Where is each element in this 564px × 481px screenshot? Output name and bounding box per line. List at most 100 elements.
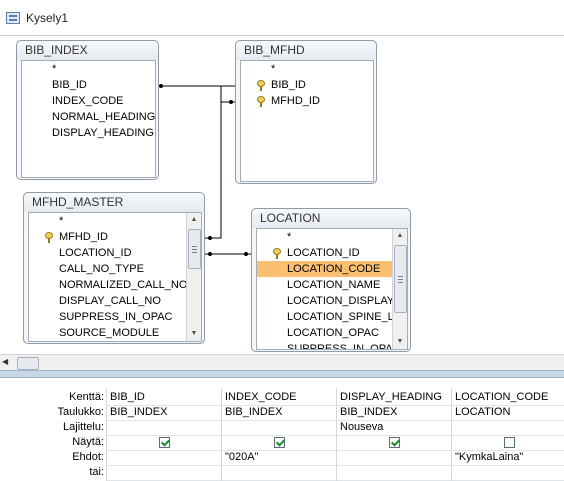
- grid-cell-or[interactable]: [340, 465, 448, 480]
- grid-row-label: Ehdot:: [72, 451, 104, 463]
- grid-cell-table[interactable]: LOCATION: [455, 405, 563, 420]
- grid-cell-or[interactable]: [455, 465, 563, 480]
- grid-column-line: [106, 388, 107, 481]
- window-title: Kysely1: [26, 11, 69, 25]
- grid-cell-criteria[interactable]: [110, 450, 218, 465]
- grid-row-label: Taulukko:: [57, 406, 104, 418]
- table-field-row[interactable]: LOCATION_DISPLAY_N: [257, 293, 407, 309]
- grid-cell-sort[interactable]: [455, 420, 563, 435]
- table-title[interactable]: LOCATION: [252, 209, 410, 228]
- table-field-row[interactable]: CALL_NO_TYPE: [29, 261, 201, 277]
- query-design-canvas[interactable]: BIB_INDEX * BIB_ID INDEX_CODE NORMAL_HEADIN…: [0, 36, 564, 354]
- field-name: *: [287, 231, 292, 243]
- grid-cell-sort[interactable]: [110, 420, 218, 435]
- grid-column-line: [221, 388, 222, 481]
- field-list-scrollbar[interactable]: ▲ ▼: [392, 229, 407, 349]
- primary-key-icon: [45, 232, 53, 243]
- show-checkbox[interactable]: [504, 437, 515, 448]
- canvas-horizontal-scrollbar[interactable]: ◀: [0, 354, 564, 371]
- primary-key-icon: [257, 96, 265, 107]
- field-list-scrollbar[interactable]: ▲ ▼: [186, 213, 201, 341]
- field-name: SOURCE_MODULE: [59, 327, 160, 339]
- table-field-row[interactable]: INDEX_CODE: [22, 93, 155, 109]
- table-location[interactable]: LOCATION * LOCATION_ID LOCATION_CODE LOCATI…: [251, 208, 411, 352]
- field-name: BIB_ID: [271, 79, 306, 91]
- field-name: DISPLAY_CALL_NO: [59, 295, 161, 307]
- grid-row-label: tai:: [89, 466, 104, 478]
- table-field-row[interactable]: *: [22, 61, 155, 77]
- grid-cell-field[interactable]: BIB_ID: [110, 390, 218, 405]
- field-list: * LOCATION_ID LOCATION_CODE LOCATION_NAME LO…: [256, 228, 408, 350]
- table-field-row[interactable]: LOCATION_NAME: [257, 277, 407, 293]
- table-field-row[interactable]: *: [257, 229, 407, 245]
- primary-key-icon: [273, 248, 281, 259]
- scroll-left-arrow[interactable]: ◀: [2, 357, 8, 366]
- grid-cell-field[interactable]: DISPLAY_HEADING: [340, 390, 448, 405]
- table-field-row[interactable]: LOCATION_OPAC: [257, 325, 407, 341]
- scroll-up-arrow[interactable]: ▲: [187, 213, 201, 227]
- grid-cell-or[interactable]: [225, 465, 333, 480]
- scroll-thumb[interactable]: [394, 245, 407, 313]
- grid-cell-criteria[interactable]: [340, 450, 448, 465]
- scroll-down-arrow[interactable]: ▼: [393, 335, 407, 349]
- grid-cell-table[interactable]: BIB_INDEX: [110, 405, 218, 420]
- grid-row-label: Lajittelu:: [63, 421, 104, 433]
- field-name: MFHD_ID: [59, 231, 108, 243]
- table-field-row[interactable]: SUPPRESS_IN_OPAC: [257, 341, 407, 349]
- table-field-row[interactable]: NORMAL_HEADING: [22, 109, 155, 125]
- table-title[interactable]: BIB_MFHD: [236, 41, 376, 60]
- scroll-up-arrow[interactable]: ▲: [393, 229, 407, 243]
- field-name: INDEX_CODE: [52, 95, 124, 107]
- table-field-row[interactable]: DISPLAY_HEADING: [22, 125, 155, 141]
- table-title[interactable]: BIB_INDEX: [17, 41, 158, 60]
- field-name: LOCATION_NAME: [287, 279, 381, 291]
- grid-cell-sort[interactable]: [225, 420, 333, 435]
- field-name: LOCATION_DISPLAY_N: [287, 295, 408, 307]
- table-field-row[interactable]: MFHD_ID: [29, 229, 201, 245]
- grid-cell-criteria[interactable]: "KymkaLaina": [455, 450, 563, 465]
- table-field-row[interactable]: *: [29, 213, 201, 229]
- table-field-row[interactable]: *: [241, 61, 373, 77]
- table-title[interactable]: MFHD_MASTER: [24, 193, 204, 212]
- table-field-row[interactable]: BIB_ID: [241, 77, 373, 93]
- table-bib-mfhd[interactable]: BIB_MFHD * BIB_ID MFHD_ID: [235, 40, 377, 184]
- show-checkbox[interactable]: [159, 437, 170, 448]
- show-checkbox[interactable]: [389, 437, 400, 448]
- table-field-row[interactable]: DISPLAY_CALL_NO: [29, 293, 201, 309]
- grid-cell-sort[interactable]: Nouseva: [340, 420, 448, 435]
- table-field-row[interactable]: SUPPRESS_IN_OPAC: [29, 309, 201, 325]
- grid-cell-field[interactable]: LOCATION_CODE: [455, 390, 563, 405]
- table-field-row[interactable]: BIB_ID: [22, 77, 155, 93]
- grid-cell-criteria[interactable]: "020A": [225, 450, 333, 465]
- query-design-grid: Kenttä: Taulukko: Lajittelu: Näytä: Ehdot: ta…: [0, 378, 564, 481]
- field-list: * BIB_ID INDEX_CODE NORMAL_HEADING DISPLAY_H…: [21, 60, 156, 178]
- scroll-down-arrow[interactable]: ▼: [187, 327, 201, 341]
- field-name: SUPPRESS_IN_OPAC: [59, 311, 173, 323]
- grid-cell-table[interactable]: BIB_INDEX: [340, 405, 448, 420]
- field-name: LOCATION_ID: [287, 247, 360, 259]
- table-field-row[interactable]: NORMALIZED_CALL_NO: [29, 277, 201, 293]
- grid-column-line: [451, 388, 452, 481]
- field-name: MFHD_ID: [271, 95, 320, 107]
- field-name: LOCATION_OPAC: [287, 327, 379, 339]
- scroll-thumb[interactable]: [17, 357, 39, 370]
- table-field-row[interactable]: LOCATION_ID: [29, 245, 201, 261]
- field-name: NORMAL_HEADING: [52, 111, 156, 123]
- field-name: *: [59, 215, 64, 227]
- show-checkbox[interactable]: [274, 437, 285, 448]
- table-mfhd-master[interactable]: MFHD_MASTER * MFHD_ID LOCATION_ID CALL_NO_T…: [23, 192, 205, 344]
- table-field-row[interactable]: MFHD_ID: [241, 93, 373, 109]
- grid-cell-or[interactable]: [110, 465, 218, 480]
- pane-splitter[interactable]: [0, 370, 564, 378]
- field-list: * BIB_ID MFHD_ID: [240, 60, 374, 182]
- scroll-thumb[interactable]: [188, 229, 201, 269]
- grid-cell-field[interactable]: INDEX_CODE: [225, 390, 333, 405]
- grid-cell-table[interactable]: BIB_INDEX: [225, 405, 333, 420]
- table-bib-index[interactable]: BIB_INDEX * BIB_ID INDEX_CODE NORMAL_HEADIN…: [16, 40, 159, 180]
- table-field-row[interactable]: LOCATION_CODE: [257, 261, 407, 277]
- table-field-row[interactable]: LOCATION_SPINE_LAI: [257, 309, 407, 325]
- grid-row-line: [106, 435, 564, 436]
- grid-row-label: Näytä:: [72, 436, 104, 448]
- table-field-row[interactable]: LOCATION_ID: [257, 245, 407, 261]
- table-field-row[interactable]: SOURCE_MODULE: [29, 325, 201, 341]
